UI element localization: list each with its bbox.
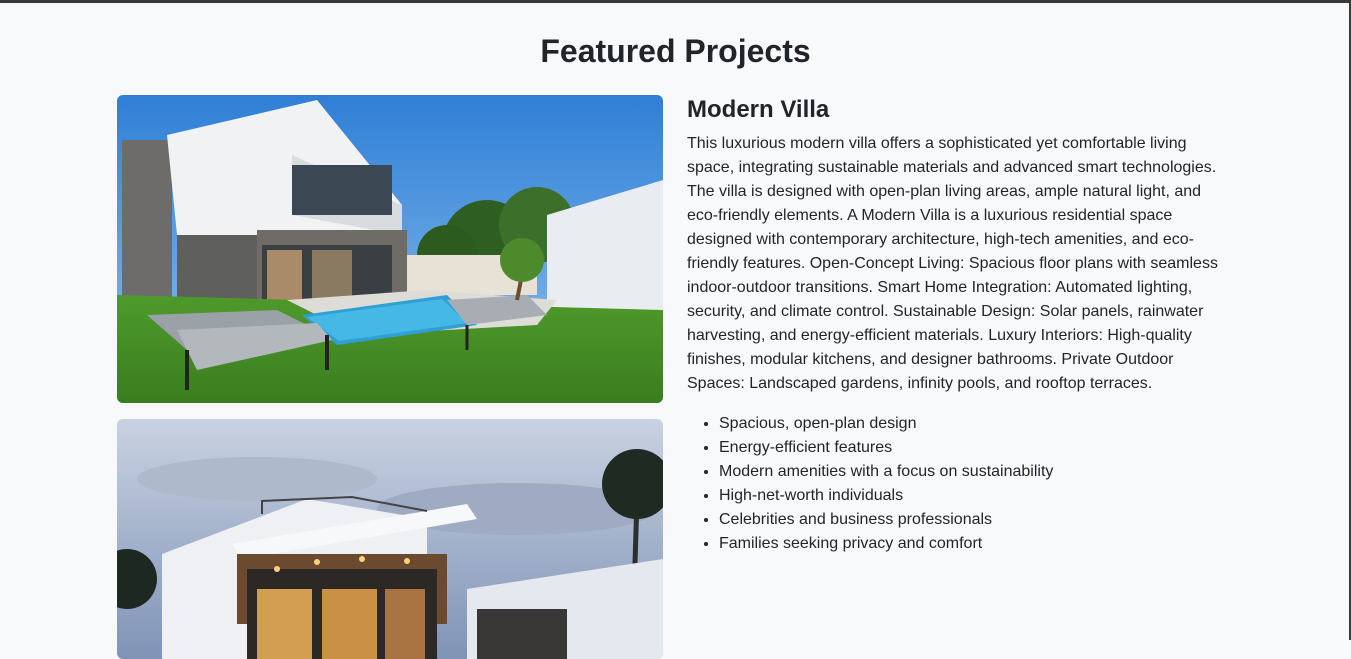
section-title: Featured Projects <box>540 33 811 69</box>
list-item: Energy-efficient features <box>719 436 1232 460</box>
list-item: High-net-worth individuals <box>719 484 1232 508</box>
villa-dusk-image <box>117 419 663 659</box>
villa-pool-image <box>117 95 663 403</box>
window-top-border <box>0 0 1351 3</box>
project-details: Modern Villa This luxurious modern villa… <box>687 96 1232 556</box>
feature-list: Spacious, open-plan design Energy-effici… <box>687 412 1232 556</box>
list-item: Spacious, open-plan design <box>719 412 1232 436</box>
project-description: This luxurious modern villa offers a sop… <box>687 135 1218 392</box>
list-item: Modern amenities with a focus on sustain… <box>719 460 1232 484</box>
list-item: Celebrities and business professionals <box>719 508 1232 532</box>
project-title: Modern Villa <box>687 96 830 123</box>
list-item: Families seeking privacy and comfort <box>719 532 1232 556</box>
